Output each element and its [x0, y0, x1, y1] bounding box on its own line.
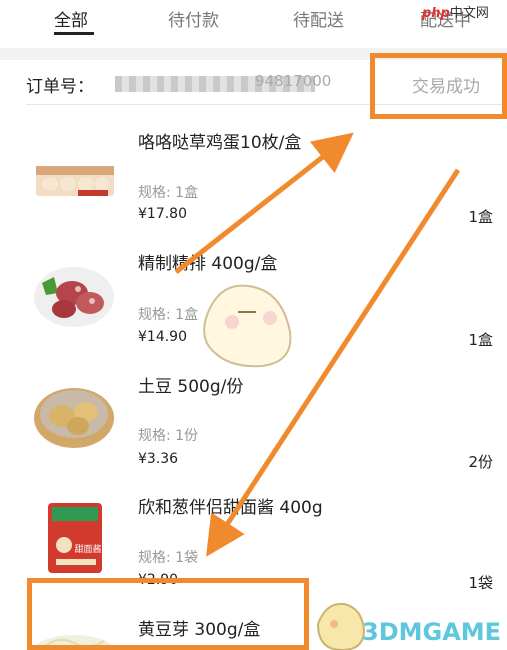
mascot-small-icon: [316, 602, 366, 650]
annotation-arrows: [174, 132, 461, 650]
3dmgame-logo: 3DMGAME: [362, 618, 502, 646]
mascot-icon: [203, 284, 292, 368]
arrow-up-icon: [174, 132, 354, 274]
